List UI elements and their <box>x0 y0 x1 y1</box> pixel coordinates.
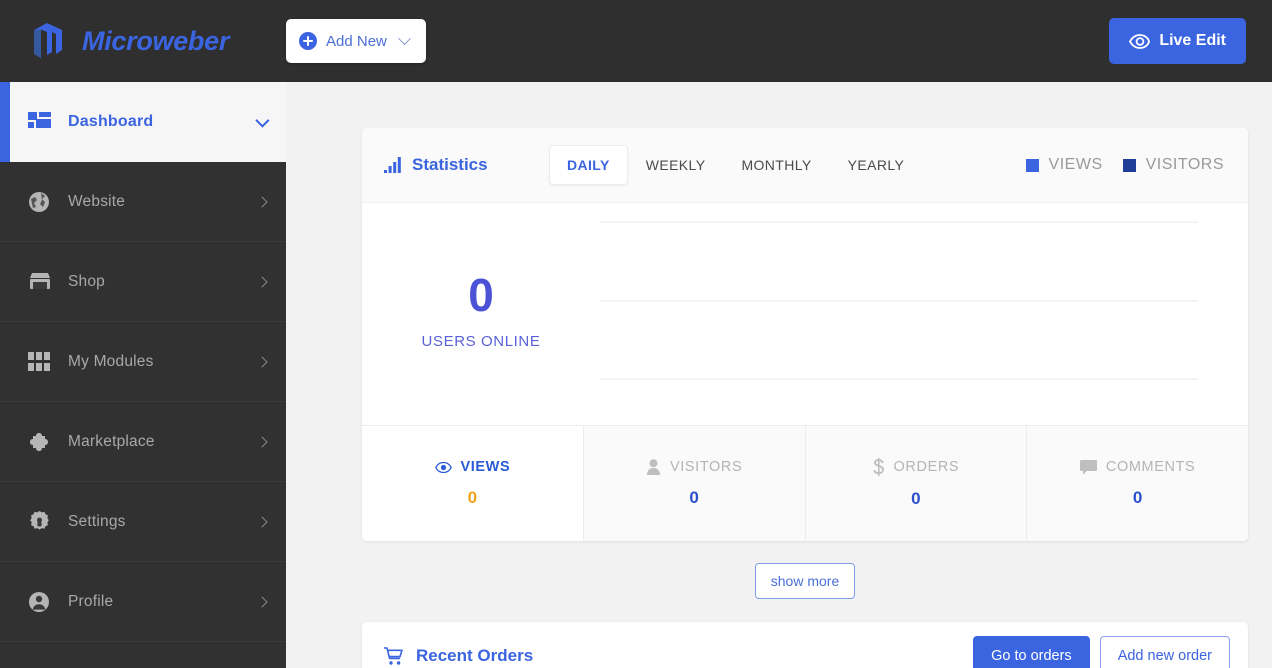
shopping-cart-icon <box>384 646 403 665</box>
sidebar-item-settings[interactable]: Settings <box>0 482 286 562</box>
chevron-down-icon <box>255 113 270 128</box>
stat-cell-label: ORDERS <box>893 459 960 475</box>
user-icon <box>646 459 661 475</box>
sidebar-item-profile[interactable]: Profile <box>0 562 286 642</box>
chevron-right-icon <box>256 515 268 528</box>
stat-cell-header: ORDERS <box>872 458 960 476</box>
tab-daily[interactable]: DAILY <box>549 145 628 185</box>
legend-swatch-visitors <box>1122 158 1136 172</box>
add-new-button[interactable]: Add New <box>286 19 426 63</box>
recent-orders-title: Recent Orders <box>384 646 533 666</box>
eye-icon <box>434 461 452 473</box>
legend-label-views: VIEWS <box>1048 156 1103 173</box>
sidebar-item-label: Marketplace <box>68 432 155 450</box>
add-new-order-button[interactable]: Add new order <box>1099 636 1230 668</box>
stat-cell-label: VISITORS <box>670 459 743 475</box>
stat-cell-value: 0 <box>467 488 478 507</box>
store-icon <box>28 272 58 291</box>
stat-cell-value: 0 <box>911 489 921 508</box>
legend-item-views[interactable]: VIEWS <box>1025 156 1103 174</box>
chevron-right-icon <box>256 275 268 288</box>
user-circle-icon <box>28 591 58 613</box>
main-content: Statistics DAILY WEEKLY MONTHLY YEARLY V… <box>286 82 1272 668</box>
chart-gridline <box>600 378 1198 380</box>
chevron-right-icon <box>256 595 268 608</box>
sidebar-item-label: Shop <box>68 272 105 290</box>
sidebar-item-website[interactable]: Website <box>0 162 286 242</box>
sidebar-item-marketplace[interactable]: Marketplace <box>0 402 286 482</box>
recent-orders-card: Recent Orders Go to orders Add new order <box>362 622 1248 668</box>
sidebar-item-label: My Modules <box>68 352 154 370</box>
live-edit-button[interactable]: Live Edit <box>1109 18 1246 64</box>
show-more-wrap: show more <box>362 563 1248 599</box>
top-bar: Microweber Add New Live Edit <box>0 0 1272 82</box>
stat-cell-header: VISITORS <box>646 459 742 475</box>
chart-gridline <box>600 300 1198 302</box>
gear-icon <box>28 510 58 533</box>
stat-cell-header: VIEWS <box>434 459 511 475</box>
recent-orders-title-text: Recent Orders <box>416 646 534 665</box>
statistics-header: Statistics DAILY WEEKLY MONTHLY YEARLY V… <box>362 128 1248 203</box>
statistics-title-text: Statistics <box>412 155 488 174</box>
statistics-chart-plot <box>600 203 1198 425</box>
grid-blocks-icon <box>28 111 58 133</box>
bar-chart-icon <box>384 157 401 173</box>
legend-label-visitors: VISITORS <box>1145 156 1224 173</box>
puzzle-piece-icon <box>28 431 58 453</box>
modules-grid-icon <box>28 351 58 372</box>
stat-cell-orders[interactable]: ORDERS 0 <box>805 426 1028 541</box>
tab-weekly[interactable]: WEEKLY <box>628 145 724 185</box>
recent-orders-actions: Go to orders Add new order <box>973 636 1230 668</box>
legend-swatch-views <box>1025 158 1039 172</box>
chart-body: 0 USERS ONLINE <box>362 203 1248 425</box>
brand[interactable]: Microweber <box>28 20 286 62</box>
users-online-value: 0 <box>468 269 494 321</box>
chart-legend: VIEWS VISITORS <box>1025 156 1224 174</box>
period-tabs: DAILY WEEKLY MONTHLY YEARLY <box>549 145 922 185</box>
show-more-button[interactable]: show more <box>754 563 856 599</box>
legend-item-visitors[interactable]: VISITORS <box>1122 156 1224 174</box>
sidebar: Dashboard Website Shop My Modules Market… <box>0 82 286 668</box>
stat-cell-label: VIEWS <box>460 459 511 475</box>
stat-cell-label: COMMENTS <box>1105 459 1196 475</box>
users-online-block: 0 USERS ONLINE <box>362 203 600 425</box>
plus-circle-icon <box>299 32 317 50</box>
chevron-right-icon <box>256 435 268 448</box>
sidebar-item-label: Profile <box>68 592 114 610</box>
stat-cell-value: 0 <box>1132 488 1143 507</box>
sidebar-item-label: Website <box>68 192 126 210</box>
live-edit-label: Live Edit <box>1159 32 1226 49</box>
tab-yearly[interactable]: YEARLY <box>830 145 923 185</box>
users-online-label: USERS ONLINE <box>421 333 541 350</box>
chart-gridline <box>600 221 1198 223</box>
chevron-down-icon <box>398 31 411 45</box>
sidebar-item-dashboard[interactable]: Dashboard <box>0 82 286 162</box>
eye-icon <box>1129 33 1151 49</box>
statistics-card: Statistics DAILY WEEKLY MONTHLY YEARLY V… <box>362 128 1248 541</box>
chevron-right-icon <box>256 195 268 208</box>
sidebar-item-shop[interactable]: Shop <box>0 242 286 322</box>
statistics-title: Statistics <box>384 155 549 175</box>
sidebar-item-label: Settings <box>68 512 126 530</box>
globe-icon <box>28 191 58 213</box>
stat-cell-views[interactable]: VIEWS 0 <box>362 426 584 541</box>
stat-cell-value: 0 <box>689 488 699 507</box>
sidebar-item-next-partial[interactable] <box>0 642 286 668</box>
microweber-logo-icon <box>34 23 62 58</box>
dollar-sign-icon <box>872 458 884 476</box>
stat-cell-header: COMMENTS <box>1079 459 1196 475</box>
recent-orders-header: Recent Orders Go to orders Add new order <box>362 622 1248 668</box>
statistics-summary-cells: VIEWS 0 VISITORS 0 ORDERS 0 COMMENTS 0 <box>362 425 1248 541</box>
app-shell: Dashboard Website Shop My Modules Market… <box>0 82 1272 668</box>
chevron-right-icon <box>256 355 268 368</box>
speech-bubble-icon <box>1079 459 1097 475</box>
go-to-orders-button[interactable]: Go to orders <box>973 636 1090 668</box>
stat-cell-visitors[interactable]: VISITORS 0 <box>583 426 806 541</box>
add-new-label: Add New <box>326 32 387 50</box>
brand-name: Microweber <box>82 25 230 56</box>
stat-cell-comments[interactable]: COMMENTS 0 <box>1027 426 1248 541</box>
sidebar-item-label: Dashboard <box>68 113 154 130</box>
sidebar-item-my-modules[interactable]: My Modules <box>0 322 286 402</box>
tab-monthly[interactable]: MONTHLY <box>723 145 829 185</box>
